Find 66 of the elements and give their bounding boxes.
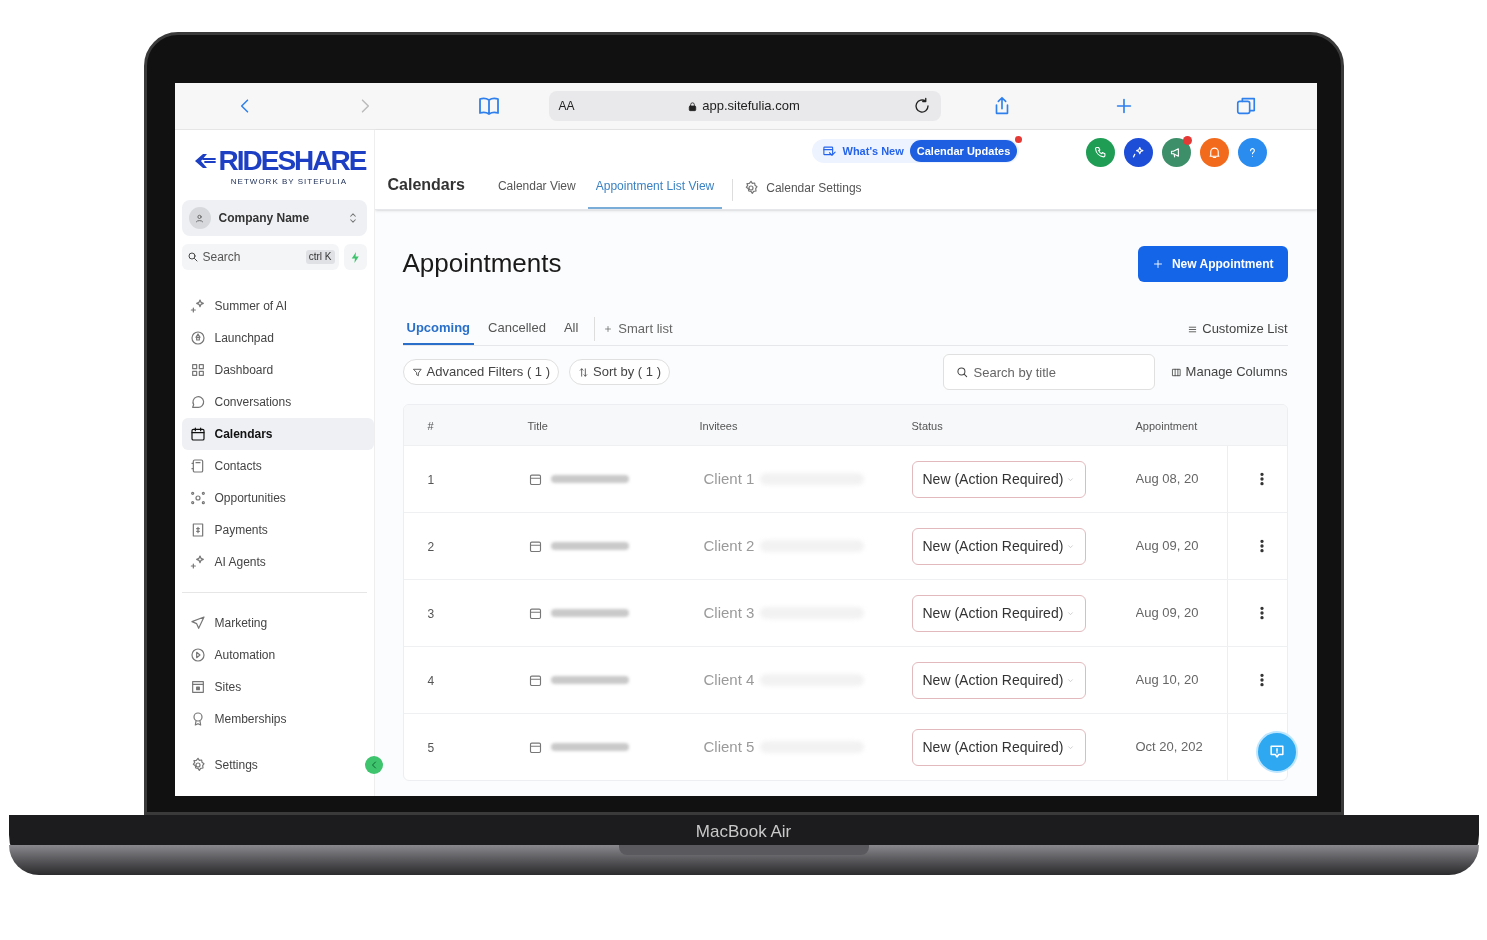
section-title: Calendars — [387, 175, 465, 195]
column-header: Status — [911, 420, 943, 432]
table-cell-text: Client 1 — [703, 468, 755, 489]
url-text: app.sitefulia.com — [702, 97, 800, 116]
column-header: # — [427, 420, 434, 432]
table-cell: 3 — [427, 607, 435, 621]
sidebar-item[interactable]: Automation — [181, 639, 367, 671]
table-cell-text: Client 5 — [703, 736, 755, 757]
sidebar-item[interactable]: AI Agents — [181, 546, 367, 578]
shortcut-hint: ctrl K — [305, 250, 335, 264]
device-label: MacBook Air — [695, 821, 792, 843]
address-bar[interactable]: AA app.sitefulia.com — [548, 91, 941, 121]
smart-list-button[interactable]: Smart list — [603, 313, 673, 345]
filter-button[interactable]: Advanced Filters ( 1 ) — [402, 359, 560, 385]
manage-columns-button[interactable]: Manage Columns — [1170, 362, 1288, 382]
status-dropdown[interactable]: New (Action Required) — [911, 527, 1087, 565]
sidebar-item[interactable]: Sites — [181, 671, 367, 703]
list-tab[interactable]: Cancelled — [484, 313, 550, 345]
account-switcher[interactable]: Company Name — [181, 200, 367, 236]
sidebar-item[interactable]: Memberships — [181, 703, 367, 735]
whats-new-pill[interactable]: What's New Calendar Updates — [811, 139, 1020, 163]
column-header: Appointment — [1135, 420, 1198, 432]
table-cell-text: Aug 09, 20 — [1135, 537, 1199, 556]
table-cell-text: Aug 08, 20 — [1135, 470, 1199, 489]
account-name: Company Name — [218, 210, 311, 227]
whats-new-label: What's New — [842, 143, 904, 159]
sidebar-item[interactable]: Calendars — [181, 418, 374, 450]
status-dropdown[interactable]: New (Action Required) — [911, 594, 1087, 632]
list-tab[interactable]: Upcoming — [402, 313, 475, 345]
status-dropdown[interactable]: New (Action Required) — [911, 661, 1087, 699]
sidebar-item[interactable]: Conversations — [181, 386, 367, 418]
logo-wordmark: RIDESHARE — [218, 146, 366, 176]
page-title: Appointments — [402, 247, 562, 280]
table-cell-text: Client 2 — [703, 535, 755, 556]
sidebar-item[interactable]: Summer of AI — [181, 290, 367, 322]
sidebar-item[interactable]: Settings — [181, 749, 367, 781]
table-cell: 1 — [427, 473, 435, 487]
new-appointment-button[interactable]: New Appointment — [1137, 245, 1288, 282]
table-cell-text: Client 3 — [703, 602, 755, 623]
sidebar-item[interactable]: Marketing — [181, 607, 367, 639]
table-cell-text: Aug 10, 20 — [1135, 671, 1199, 690]
view-tab[interactable]: Appointment List View — [587, 177, 723, 209]
sidebar-item[interactable]: Contacts — [181, 450, 367, 482]
status-dropdown[interactable]: New (Action Required) — [911, 728, 1087, 766]
sidebar-item[interactable]: Launchpad — [181, 322, 367, 354]
search-field[interactable]: Search by title — [942, 354, 1155, 390]
sidebar-item[interactable]: Dashboard — [181, 354, 367, 386]
column-header: Title — [527, 420, 548, 432]
table-cell: 2 — [427, 540, 435, 554]
settings-tab[interactable]: Calendar Settings — [743, 179, 862, 209]
logo-tagline: NETWORK BY SITEFULIA — [230, 176, 348, 188]
table-cell-text: Aug 09, 20 — [1135, 604, 1199, 623]
table-cell-text: Client 4 — [703, 669, 755, 690]
view-tab[interactable]: Calendar View — [489, 177, 584, 209]
updates-badge: Calendar Updates — [909, 139, 1018, 163]
customize-list-button[interactable]: Customize List — [1187, 313, 1288, 345]
list-tab[interactable]: All — [559, 313, 583, 345]
sidebar-item[interactable]: Opportunities — [181, 482, 367, 514]
sidebar-item[interactable]: Payments — [181, 514, 367, 546]
sort-button[interactable]: Sort by ( 1 ) — [569, 359, 670, 385]
status-dropdown[interactable]: New (Action Required) — [911, 460, 1087, 498]
table-cell-text: Oct 20, 202 — [1135, 738, 1203, 757]
reader-label[interactable]: AA — [558, 97, 575, 115]
table-cell: 4 — [427, 674, 435, 688]
column-header: Invitees — [699, 420, 738, 432]
table-cell: 5 — [427, 741, 435, 755]
